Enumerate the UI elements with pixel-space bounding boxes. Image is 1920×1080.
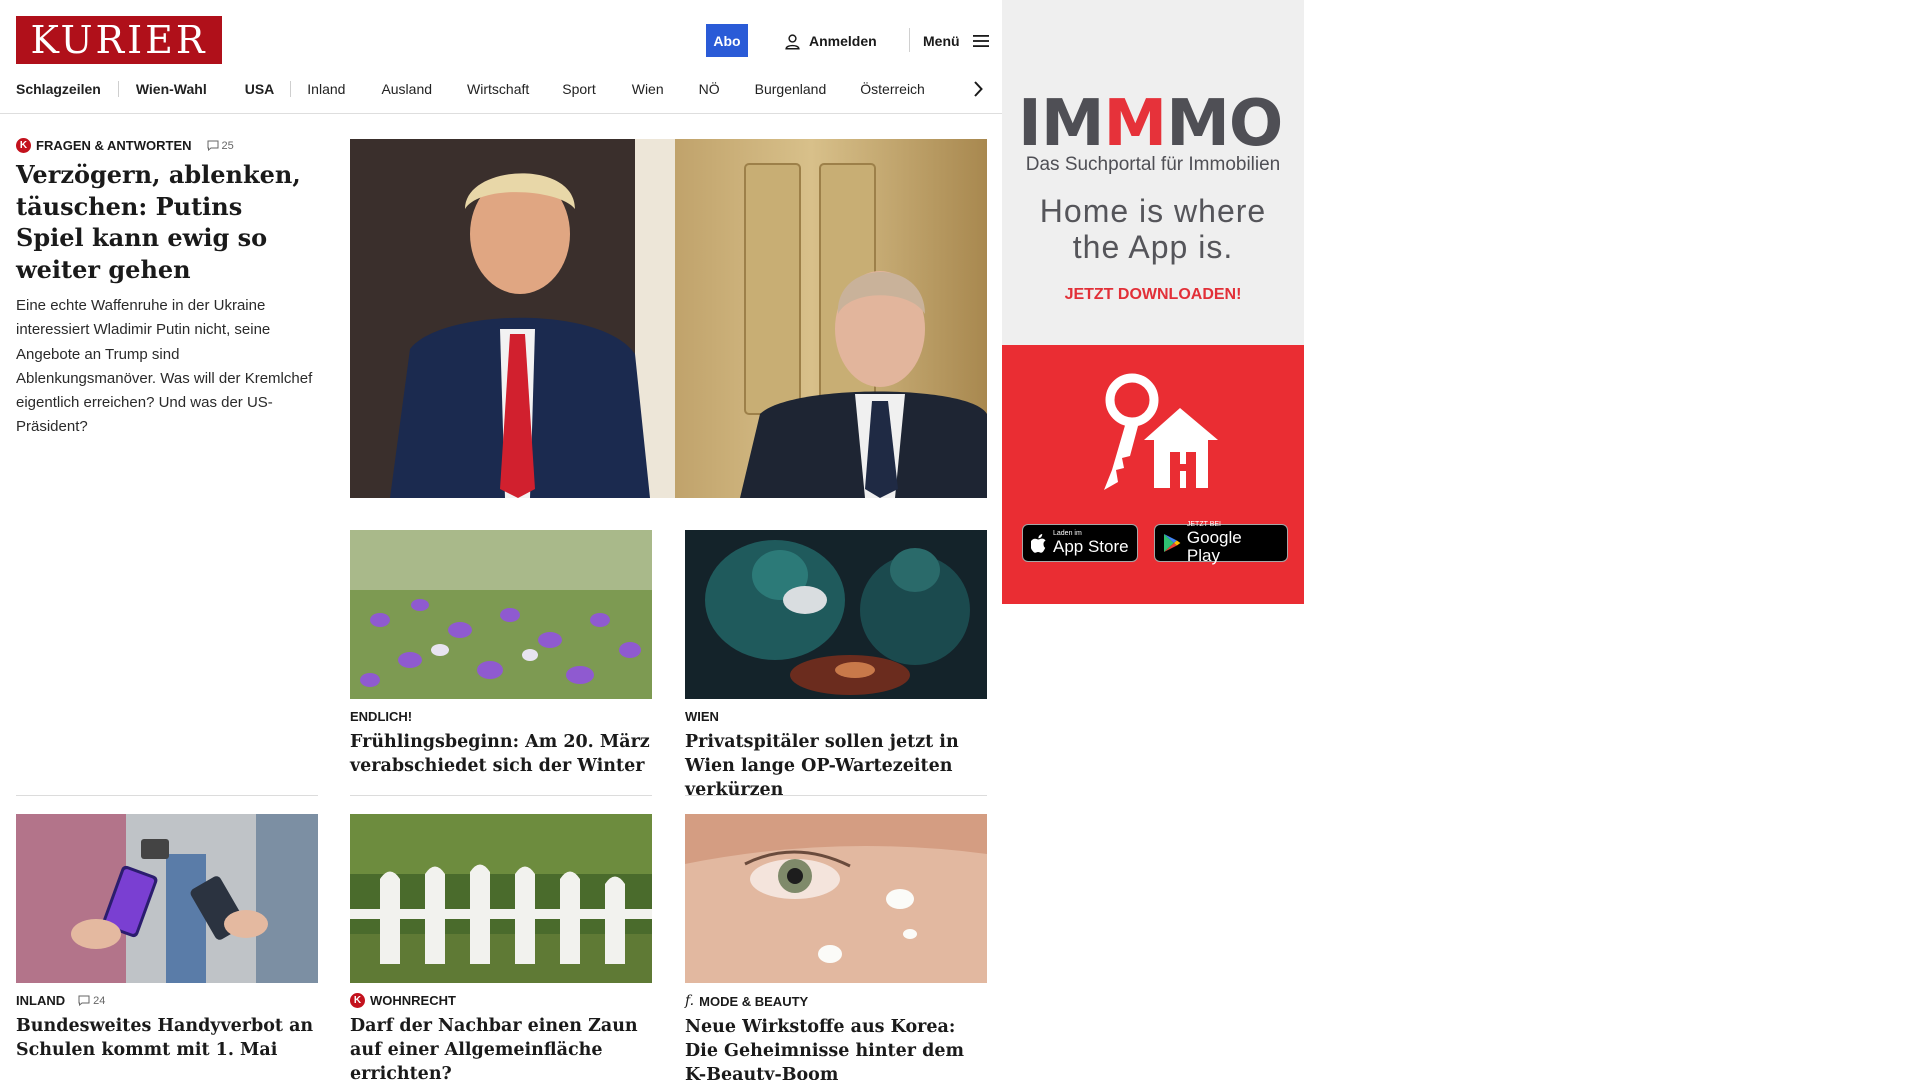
article-headline[interactable]: Bundesweites Handyverbot an Schulen komm…: [16, 1014, 318, 1062]
nav-item-ausland[interactable]: Ausland: [381, 81, 432, 97]
kurier-plus-badge: K: [16, 138, 31, 153]
comment-count[interactable]: 25: [207, 140, 234, 152]
nav-item-wien-wahl[interactable]: Wien-Wahl: [136, 81, 207, 97]
section-nav: Schlagzeilen Wien-Wahl USA Inland Auslan…: [16, 78, 925, 100]
article-card[interactable]: f. Mode & Beauty Neue Wirkstoffe aus Kor…: [685, 814, 987, 1080]
article-image[interactable]: [685, 530, 987, 699]
immmo-logo-part: IM: [1018, 87, 1104, 161]
google-play-label: JETZT BEI Google Play: [1187, 521, 1279, 565]
house-key-icon: [1104, 373, 1218, 490]
article-kicker: K Wohnrecht: [350, 993, 652, 1008]
google-play-icon: [1163, 534, 1181, 552]
ad-subtitle: Das Suchportal für Immobilien: [1025, 154, 1281, 175]
nav-item-wien[interactable]: Wien: [632, 81, 664, 97]
nav-separator: [117, 81, 119, 97]
lead-kicker: K Fragen & Antworten 25: [16, 138, 316, 153]
nav-item-schlagzeilen[interactable]: Schlagzeilen: [16, 81, 101, 97]
comment-icon: [207, 140, 219, 151]
nav-separator: [290, 81, 292, 97]
login-button[interactable]: Anmelden: [784, 30, 877, 52]
nav-item-wirtschaft[interactable]: Wirtschaft: [467, 81, 529, 97]
immmo-ad[interactable]: IMMMO Das Suchportal für Immobilien Home…: [1002, 0, 1304, 604]
nav-item-usa[interactable]: USA: [245, 81, 275, 97]
nav-item-noe[interactable]: NÖ: [699, 81, 720, 97]
immmo-logo: IMMMO: [1018, 92, 1283, 156]
article-headline[interactable]: Privatspitäler sollen jetzt in Wien lang…: [685, 730, 987, 802]
hamburger-icon: [972, 35, 989, 47]
article-headline[interactable]: Neue Wirkstoffe aus Korea: Die Geheimnis…: [685, 1015, 987, 1080]
user-icon: [785, 33, 800, 49]
article-image[interactable]: [350, 530, 652, 699]
lead-kicker-label: Fragen & Antworten: [36, 138, 192, 153]
article-kicker: Wien: [685, 709, 719, 724]
app-store-label: Laden im App Store: [1053, 530, 1129, 556]
nav-item-sport[interactable]: Sport: [562, 81, 595, 97]
nav-item-burgenland[interactable]: Burgenland: [755, 81, 827, 97]
app-store-big-text: App Store: [1053, 537, 1129, 556]
menu-button[interactable]: Menü: [923, 30, 990, 52]
kurier-plus-badge: K: [350, 993, 365, 1008]
article-kicker: f. Mode & Beauty: [685, 993, 987, 1009]
article-card[interactable]: Endlich! Frühlingsbeginn: Am 20. März ve…: [350, 530, 652, 778]
menu-label: Menü: [923, 33, 960, 49]
nav-item-inland[interactable]: Inland: [307, 81, 345, 97]
article-image[interactable]: [685, 814, 987, 983]
ad-slogan-line: Home is where: [1039, 193, 1267, 229]
article-kicker: Inland 24: [16, 993, 318, 1008]
article-headline[interactable]: Darf der Nachbar einen Zaun auf einer Al…: [350, 1014, 652, 1080]
article-image[interactable]: [16, 814, 318, 983]
login-label: Anmelden: [809, 33, 877, 49]
article-kicker-label: Mode & Beauty: [699, 993, 809, 1009]
comment-icon: [78, 995, 90, 1006]
article-kicker-label: Inland: [16, 993, 66, 1008]
article-card[interactable]: Inland 24 Bundesweites Handyverbot an Sc…: [16, 814, 318, 1062]
nav-scroll-right-icon[interactable]: [972, 78, 988, 100]
comment-count-value: 24: [93, 994, 106, 1007]
logo-text: KURIER: [30, 18, 208, 62]
ad-slogan: Home is where the App is.: [1002, 193, 1304, 265]
google-play-button[interactable]: JETZT BEI Google Play: [1154, 521, 1288, 565]
divider-line: [350, 795, 652, 796]
article-image[interactable]: [350, 814, 652, 983]
article-kicker-label: Wohnrecht: [370, 993, 456, 1008]
abo-button[interactable]: Abo: [706, 24, 748, 57]
article-kicker: Endlich!: [350, 709, 413, 724]
lead-image[interactable]: [350, 139, 987, 498]
immmo-logo-red-part: M: [1103, 87, 1168, 161]
header-divider-line: [0, 113, 1002, 114]
lead-teaser: Eine echte Waffenruhe in der Ukraine int…: [16, 297, 313, 436]
article-card[interactable]: Wien Privatspitäler sollen jetzt in Wien…: [685, 530, 987, 802]
comment-count-value: 25: [221, 139, 234, 152]
google-play-big-text: Google Play: [1186, 528, 1242, 565]
app-store-button[interactable]: Laden im App Store: [1022, 524, 1138, 562]
comment-count[interactable]: 24: [78, 995, 105, 1007]
kurier-logo[interactable]: KURIER: [16, 16, 222, 64]
divider-line: [16, 795, 318, 796]
ad-download-cta[interactable]: JETZT DOWNLOADEN!: [1002, 286, 1304, 304]
article-headline[interactable]: Frühlingsbeginn: Am 20. März verabschied…: [350, 730, 652, 778]
ad-slogan-line: the App is.: [1072, 229, 1234, 265]
divider-line: [685, 795, 987, 796]
header-divider: [909, 28, 910, 52]
article-card[interactable]: K Wohnrecht Darf der Nachbar einen Zaun …: [350, 814, 652, 1080]
nav-item-oesterreich[interactable]: Österreich: [860, 81, 925, 97]
immmo-logo-part: MO: [1166, 87, 1283, 161]
freizeit-badge: f.: [685, 993, 695, 1009]
lead-headline[interactable]: Verzögern, ablenken, täuschen: Putins Sp…: [16, 159, 316, 285]
apple-icon: [1031, 533, 1046, 553]
lead-article[interactable]: K Fragen & Antworten 25 Verzögern, ablen…: [16, 138, 316, 440]
